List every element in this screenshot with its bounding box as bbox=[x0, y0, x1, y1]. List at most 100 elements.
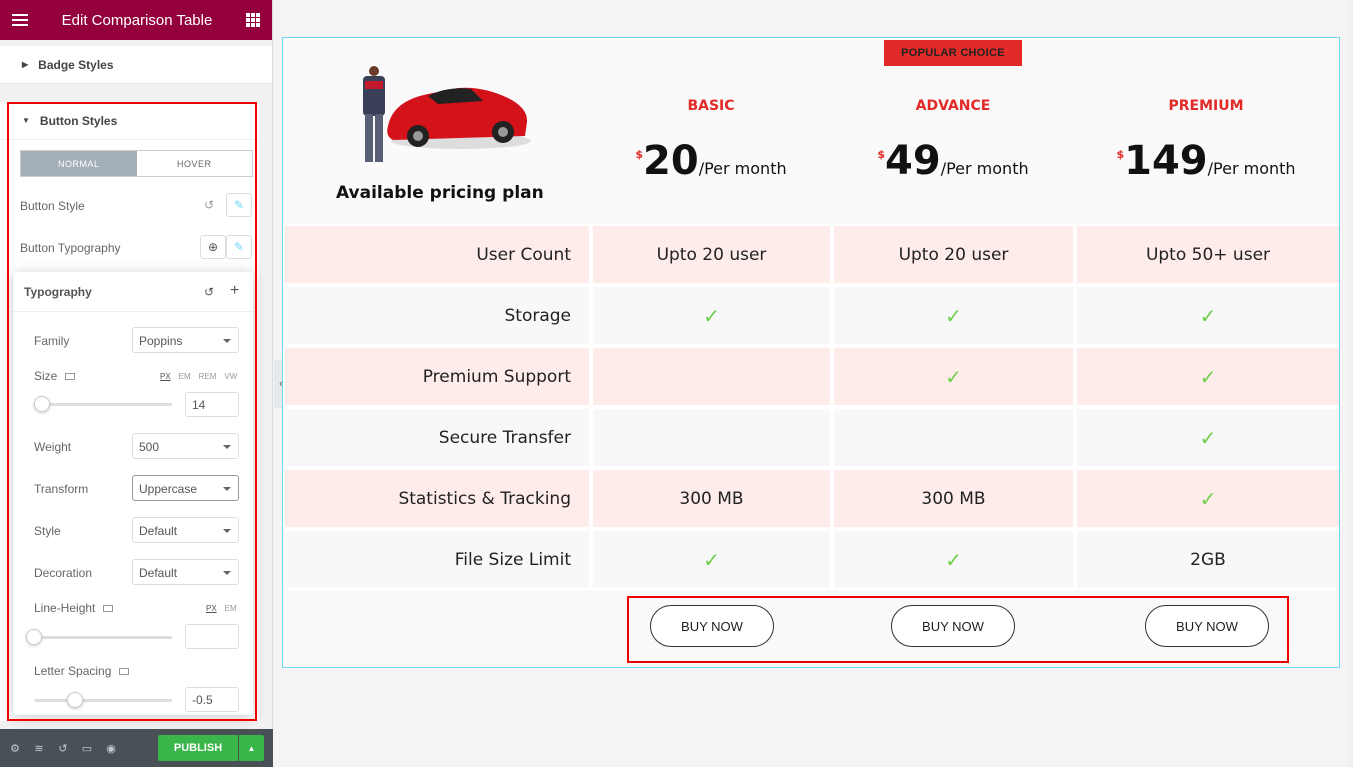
panel-title: Edit Comparison Table bbox=[61, 11, 213, 29]
plus-icon[interactable]: + bbox=[230, 282, 239, 300]
slider-handle[interactable] bbox=[26, 629, 42, 645]
reset-icon[interactable]: ↺ bbox=[204, 198, 214, 212]
tab-hover[interactable]: HOVER bbox=[137, 151, 253, 176]
value-cell: ✓ bbox=[1077, 409, 1339, 466]
size-slider[interactable] bbox=[34, 396, 172, 412]
reset-icon[interactable]: ↺ bbox=[204, 285, 214, 299]
unit-em[interactable]: EM bbox=[225, 604, 237, 613]
value-cell bbox=[593, 409, 834, 466]
check-icon: ✓ bbox=[1199, 486, 1217, 511]
letter-spacing-input[interactable]: -0.5 bbox=[185, 687, 239, 712]
value-cell: 2GB bbox=[1077, 531, 1339, 588]
history-icon[interactable]: ↺ bbox=[56, 741, 70, 755]
size-units: PX EM REM VW bbox=[160, 372, 237, 381]
apps-grid-icon[interactable] bbox=[245, 13, 260, 27]
editor-sidebar: Edit Comparison Table ▶ Badge Styles ▼ B… bbox=[0, 0, 273, 767]
table-row: Storage ✓ ✓ ✓ bbox=[285, 285, 1339, 346]
typography-heading: Typography bbox=[13, 272, 253, 312]
check-icon: ✓ bbox=[945, 364, 962, 389]
amount: 149 bbox=[1124, 138, 1208, 184]
car-person-image bbox=[363, 66, 531, 162]
slider-handle[interactable] bbox=[67, 692, 83, 708]
check-icon: ✓ bbox=[1199, 425, 1217, 450]
period: /Per month bbox=[698, 159, 787, 178]
check-icon: ✓ bbox=[945, 303, 962, 328]
check-icon: ✓ bbox=[703, 547, 720, 572]
edit-pencil-icon[interactable]: ✎ bbox=[226, 193, 252, 217]
feature-cell: Premium Support bbox=[285, 348, 593, 405]
badge-styles-section[interactable]: ▶ Badge Styles bbox=[0, 46, 272, 84]
check-icon: ✓ bbox=[945, 547, 962, 572]
letter-spacing-label-text: Letter Spacing bbox=[34, 664, 112, 678]
value-cell: 300 MB bbox=[593, 470, 834, 527]
hamburger-icon[interactable] bbox=[12, 14, 28, 26]
buy-now-premium-button[interactable]: BUY NOW bbox=[1145, 605, 1269, 647]
button-typography-label: Button Typography bbox=[20, 241, 121, 255]
value-cell: 300 MB bbox=[834, 470, 1077, 527]
sidebar-header: Edit Comparison Table bbox=[0, 0, 272, 40]
family-select[interactable]: Poppins bbox=[132, 327, 239, 353]
amount: 49 bbox=[885, 138, 941, 184]
pricing-heading: Available pricing plan bbox=[336, 183, 544, 203]
responsive-icon[interactable]: ▭ bbox=[80, 741, 94, 755]
value-cell: ✓ bbox=[593, 287, 834, 344]
decoration-select[interactable]: Default bbox=[132, 559, 239, 585]
buy-now-advance-button[interactable]: BUY NOW bbox=[891, 605, 1015, 647]
line-height-input[interactable] bbox=[185, 624, 239, 649]
family-label: Family bbox=[34, 334, 70, 348]
check-icon: ✓ bbox=[1199, 303, 1217, 328]
table-row: Premium Support ✓ ✓ bbox=[285, 346, 1339, 407]
currency: $ bbox=[877, 148, 886, 161]
publish-button[interactable]: PUBLISH bbox=[158, 735, 238, 761]
plan-name-basic: BASIC bbox=[687, 98, 735, 114]
currency: $ bbox=[635, 148, 644, 161]
letter-spacing-slider[interactable] bbox=[34, 692, 172, 708]
comparison-table: User Count Upto 20 user Upto 20 user Upt… bbox=[285, 224, 1339, 590]
style-label: Style bbox=[34, 524, 61, 538]
size-label: Size bbox=[34, 369, 76, 383]
preview-eye-icon[interactable]: ◉ bbox=[104, 741, 118, 755]
line-height-label: Line-Height bbox=[34, 601, 114, 615]
settings-gear-icon[interactable]: ⚙ bbox=[8, 741, 22, 755]
globe-icon[interactable]: ⊕ bbox=[200, 235, 226, 259]
button-styles-header[interactable]: ▼ Button Styles bbox=[0, 102, 259, 140]
edit-pencil-icon[interactable]: ✎ bbox=[226, 235, 252, 259]
style-select[interactable]: Default bbox=[132, 517, 239, 543]
unit-rem[interactable]: REM bbox=[199, 372, 217, 381]
table-row: Secure Transfer ✓ bbox=[285, 407, 1339, 468]
plan-price-advance: $49/Per month bbox=[833, 138, 1073, 184]
value-cell: ✓ bbox=[593, 531, 834, 588]
popular-badge: POPULAR CHOICE bbox=[884, 40, 1022, 66]
value-cell: ✓ bbox=[1077, 470, 1339, 527]
desktop-icon[interactable] bbox=[103, 605, 114, 613]
unit-vw[interactable]: VW bbox=[224, 372, 237, 381]
desktop-icon[interactable] bbox=[65, 373, 76, 381]
unit-px[interactable]: PX bbox=[160, 372, 171, 381]
feature-cell: File Size Limit bbox=[285, 531, 593, 588]
caret-right-icon: ▶ bbox=[22, 60, 29, 69]
letter-spacing-label: Letter Spacing bbox=[34, 664, 130, 678]
unit-px[interactable]: PX bbox=[206, 604, 217, 613]
slider-handle[interactable] bbox=[34, 396, 50, 412]
size-label-text: Size bbox=[34, 369, 58, 383]
decoration-label: Decoration bbox=[34, 566, 93, 580]
unit-em[interactable]: EM bbox=[179, 372, 191, 381]
publish-options-icon[interactable]: ▲ bbox=[239, 735, 264, 761]
transform-select[interactable]: Uppercase bbox=[132, 475, 239, 501]
desktop-icon[interactable] bbox=[119, 668, 130, 676]
layers-icon[interactable]: ≋ bbox=[32, 741, 46, 755]
period: /Per month bbox=[1207, 159, 1296, 178]
period: /Per month bbox=[940, 159, 1029, 178]
section-label: Badge Styles bbox=[38, 57, 114, 72]
buy-now-basic-button[interactable]: BUY NOW bbox=[650, 605, 774, 647]
tab-normal[interactable]: NORMAL bbox=[21, 151, 137, 176]
size-input[interactable]: 14 bbox=[185, 392, 239, 417]
value-cell: ✓ bbox=[1077, 348, 1339, 405]
line-height-slider[interactable] bbox=[26, 629, 172, 645]
feature-cell: User Count bbox=[285, 226, 593, 283]
check-icon: ✓ bbox=[703, 303, 720, 328]
weight-select[interactable]: 500 bbox=[132, 433, 239, 459]
state-tabs: NORMAL HOVER bbox=[20, 150, 253, 177]
page-scrollbar[interactable] bbox=[1348, 0, 1353, 767]
plan-name-premium: PREMIUM bbox=[1168, 98, 1244, 114]
